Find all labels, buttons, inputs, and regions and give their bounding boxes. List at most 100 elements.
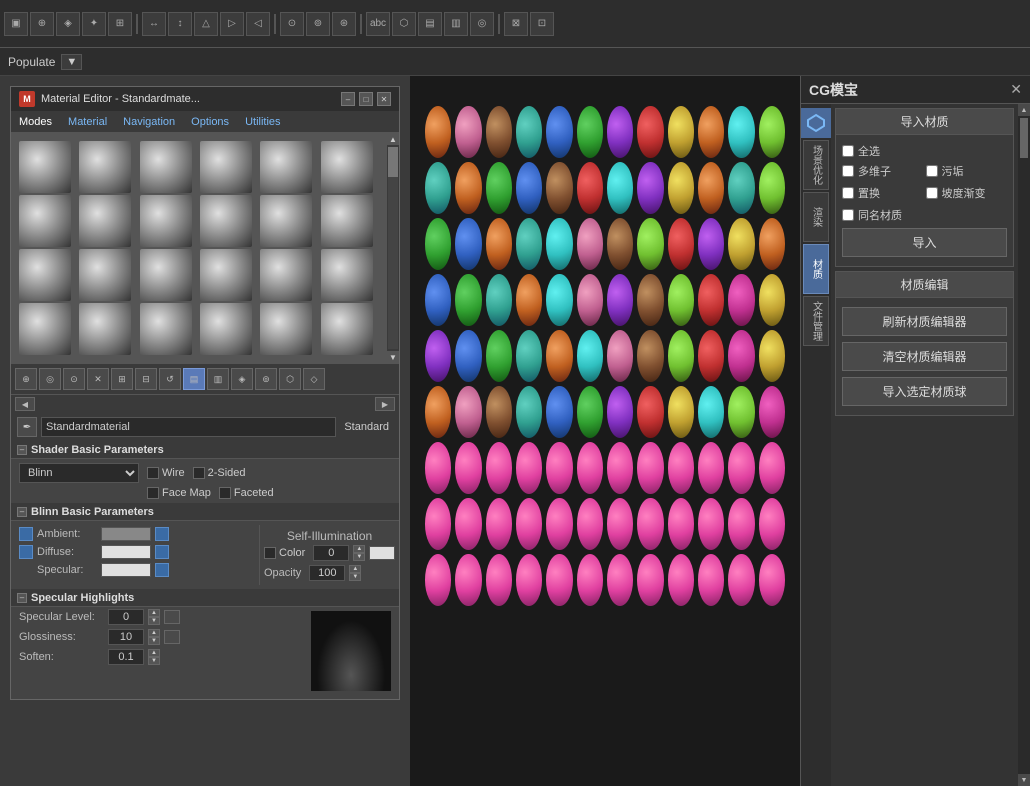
sphere-cell-3[interactable] xyxy=(140,141,192,193)
scroll-thumb[interactable] xyxy=(388,147,398,177)
wire-checkbox-label[interactable]: Wire xyxy=(147,467,185,479)
menu-modes[interactable]: Modes xyxy=(11,111,60,132)
tool-select[interactable]: ◎ xyxy=(39,368,61,390)
mat-ball-r8c3[interactable] xyxy=(486,498,512,550)
mat-ball-r7c12[interactable] xyxy=(759,442,785,494)
mat-ball-r3c10[interactable] xyxy=(698,218,724,270)
vtab-render[interactable]: 渲染 xyxy=(803,192,829,242)
mat-ball-r1c12[interactable] xyxy=(759,106,785,158)
toolbar-icon-20[interactable]: ⊡ xyxy=(530,12,554,36)
toolbar-icon-5[interactable]: ⊞ xyxy=(108,12,132,36)
two-sided-checkbox-label[interactable]: 2-Sided xyxy=(193,467,246,479)
tool-backlight[interactable]: ◈ xyxy=(231,368,253,390)
spin-down[interactable]: ▼ xyxy=(353,553,365,561)
menu-material[interactable]: Material xyxy=(60,111,115,132)
mat-ball-r3c3[interactable] xyxy=(486,218,512,270)
sphere-cell-9[interactable] xyxy=(140,195,192,247)
mat-ball-r7c11[interactable] xyxy=(728,442,754,494)
mat-ball-r3c7[interactable] xyxy=(607,218,633,270)
sphere-cell-14[interactable] xyxy=(79,249,131,301)
mat-ball-r8c4[interactable] xyxy=(516,498,542,550)
mat-ball-r9c4[interactable] xyxy=(516,554,542,606)
mat-ball-r1c10[interactable] xyxy=(698,106,724,158)
menu-options[interactable]: Options xyxy=(183,111,237,132)
dirt-checkbox[interactable] xyxy=(926,165,938,177)
mat-ball-r5c10[interactable] xyxy=(698,330,724,382)
toolbar-icon-11[interactable]: ⊙ xyxy=(280,12,304,36)
mat-ball-r6c10[interactable] xyxy=(698,386,724,438)
ambient-lock-icon[interactable] xyxy=(19,527,33,541)
mat-ball-r2c2[interactable] xyxy=(455,162,481,214)
mat-ball-r9c2[interactable] xyxy=(455,554,481,606)
toolbar-icon-4[interactable]: ✦ xyxy=(82,12,106,36)
mat-ball-r8c9[interactable] xyxy=(668,498,694,550)
rs-down-arrow[interactable]: ▼ xyxy=(1018,774,1030,786)
mat-ball-r4c12[interactable] xyxy=(759,274,785,326)
scroll-up[interactable]: ▲ xyxy=(387,133,399,145)
mat-ball-r2c10[interactable] xyxy=(698,162,724,214)
mat-ball-r4c10[interactable] xyxy=(698,274,724,326)
mat-ball-r1c1[interactable] xyxy=(425,106,451,158)
mat-ball-r5c11[interactable] xyxy=(728,330,754,382)
mat-ball-r9c3[interactable] xyxy=(486,554,512,606)
self-illum-color-swatch[interactable] xyxy=(369,546,395,560)
soften-down[interactable]: ▼ xyxy=(148,657,160,665)
gloss-up[interactable]: ▲ xyxy=(148,629,160,637)
toolbar-icon-17[interactable]: ▥ xyxy=(444,12,468,36)
toolbar-icon-8[interactable]: △ xyxy=(194,12,218,36)
mat-ball-r9c12[interactable] xyxy=(759,554,785,606)
populate-dropdown[interactable]: ▼ xyxy=(61,54,82,70)
mat-ball-r3c12[interactable] xyxy=(759,218,785,270)
same-name-checkbox[interactable] xyxy=(842,209,854,221)
diffuse-lock-icon[interactable] xyxy=(19,545,33,559)
nav-right[interactable]: ▶ xyxy=(375,397,395,411)
tool-show-bg[interactable]: ▤ xyxy=(183,368,205,390)
mat-ball-r3c4[interactable] xyxy=(516,218,542,270)
sphere-cell-21[interactable] xyxy=(140,303,192,355)
ambient-swatch[interactable] xyxy=(101,527,151,541)
gloss-down[interactable]: ▼ xyxy=(148,637,160,645)
sphere-cell-2[interactable] xyxy=(79,141,131,193)
tool-pick[interactable]: ⊕ xyxy=(15,368,37,390)
mat-ball-r9c10[interactable] xyxy=(698,554,724,606)
self-illum-color-cb[interactable] xyxy=(264,547,276,559)
multi-sub-checkbox[interactable] xyxy=(842,165,854,177)
mat-ball-r4c6[interactable] xyxy=(577,274,603,326)
toolbar-icon-9[interactable]: ▷ xyxy=(220,12,244,36)
soften-input[interactable] xyxy=(108,649,144,665)
vtab-material[interactable]: 材质 xyxy=(803,244,829,294)
mat-ball-r3c5[interactable] xyxy=(546,218,572,270)
clear-btn[interactable]: 清空材质编辑器 xyxy=(842,342,1007,371)
face-map-checkbox-label[interactable]: Face Map xyxy=(147,487,211,499)
mat-ball-r4c5[interactable] xyxy=(546,274,572,326)
sphere-cell-7[interactable] xyxy=(19,195,71,247)
toolbar-icon-10[interactable]: ◁ xyxy=(246,12,270,36)
mat-ball-r3c1[interactable] xyxy=(425,218,451,270)
mat-ball-r3c6[interactable] xyxy=(577,218,603,270)
mat-ball-r1c11[interactable] xyxy=(728,106,754,158)
toolbar-icon-12[interactable]: ⊚ xyxy=(306,12,330,36)
sphere-cell-4[interactable] xyxy=(200,141,252,193)
mat-ball-r8c12[interactable] xyxy=(759,498,785,550)
mat-ball-r6c4[interactable] xyxy=(516,386,542,438)
shader-collapse-btn[interactable]: – xyxy=(17,445,27,455)
sphere-cell-19[interactable] xyxy=(19,303,71,355)
mat-ball-r6c6[interactable] xyxy=(577,386,603,438)
faceted-checkbox[interactable] xyxy=(219,487,231,499)
vtab-scene[interactable]: 场景优化 xyxy=(803,140,829,190)
toolbar-icon-14[interactable]: abc xyxy=(366,12,390,36)
sphere-cell-11[interactable] xyxy=(260,195,312,247)
mat-minimize-btn[interactable]: – xyxy=(341,92,355,106)
mat-ball-r3c11[interactable] xyxy=(728,218,754,270)
spec-level-map[interactable] xyxy=(164,610,180,624)
mat-ball-r2c11[interactable] xyxy=(728,162,754,214)
mat-ball-r2c5[interactable] xyxy=(546,162,572,214)
mat-ball-r7c6[interactable] xyxy=(577,442,603,494)
mat-ball-r1c7[interactable] xyxy=(607,106,633,158)
mat-ball-r8c5[interactable] xyxy=(546,498,572,550)
tool-more1[interactable]: ⬡ xyxy=(279,368,301,390)
toolbar-icon-15[interactable]: ⬡ xyxy=(392,12,416,36)
tool-delete[interactable]: ✕ xyxy=(87,368,109,390)
mat-ball-r1c8[interactable] xyxy=(637,106,663,158)
mat-ball-r6c11[interactable] xyxy=(728,386,754,438)
